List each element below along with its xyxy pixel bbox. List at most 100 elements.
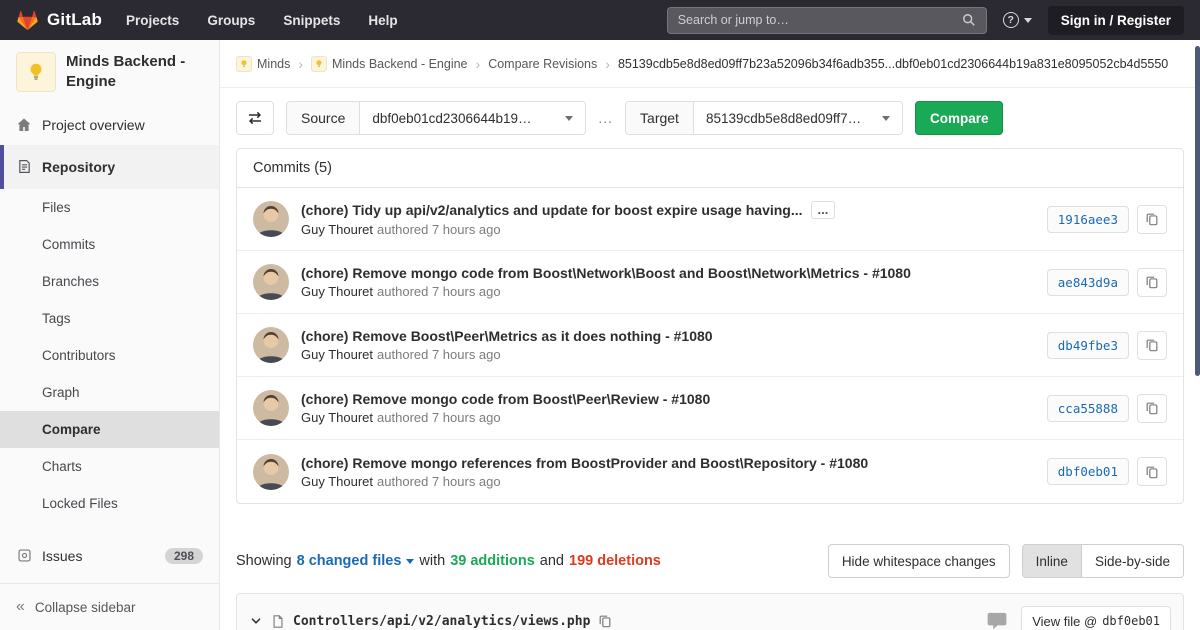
- breadcrumb-compare-revisions-link[interactable]: Compare Revisions: [488, 57, 597, 71]
- commit-author-avatar[interactable]: [253, 327, 289, 363]
- collapse-diff-button[interactable]: [249, 614, 263, 628]
- global-search[interactable]: [667, 7, 987, 34]
- project-avatar: [16, 52, 56, 92]
- expand-commit-description-button[interactable]: ...: [811, 201, 836, 219]
- collapse-sidebar-button[interactable]: « Collapse sidebar: [0, 583, 219, 630]
- commit-title-link[interactable]: (chore) Remove Boost\Peer\Metrics as it …: [301, 328, 713, 344]
- commit-row: (chore) Remove Boost\Peer\Metrics as it …: [237, 314, 1183, 377]
- sidebar-item-files[interactable]: Files: [0, 189, 219, 226]
- commit-title-link[interactable]: (chore) Tidy up api/v2/analytics and upd…: [301, 202, 803, 218]
- commit-title-link[interactable]: (chore) Remove mongo code from Boost\Net…: [301, 265, 911, 281]
- main-content: Minds › Minds Backend - Engine › Compare…: [220, 40, 1200, 630]
- commit-list: (chore) Tidy up api/v2/analytics and upd…: [237, 188, 1183, 503]
- nav-snippets[interactable]: Snippets: [283, 13, 340, 28]
- view-file-sha: dbf0eb01: [1102, 614, 1160, 628]
- sidebar-item-charts[interactable]: Charts: [0, 448, 219, 485]
- nav-groups[interactable]: Groups: [207, 13, 255, 28]
- copy-sha-button[interactable]: [1137, 331, 1167, 360]
- issues-icon: [16, 548, 32, 563]
- nav-help[interactable]: Help: [368, 13, 397, 28]
- commit-row: (chore) Remove mongo code from Boost\Net…: [237, 251, 1183, 314]
- nav-projects[interactable]: Projects: [126, 13, 179, 28]
- diff-file-header: Controllers/api/v2/analytics/views.php V…: [236, 593, 1184, 630]
- commit-author-avatar[interactable]: [253, 264, 289, 300]
- sidebar-item-graph[interactable]: Graph: [0, 374, 219, 411]
- commit-author-link[interactable]: Guy Thouret: [301, 410, 373, 425]
- sidebar-item-project-overview[interactable]: Project overview: [0, 105, 219, 145]
- toggle-file-comments-button[interactable]: [987, 611, 1007, 630]
- breadcrumb-separator: ›: [298, 56, 303, 72]
- copy-file-path-button[interactable]: [598, 614, 612, 628]
- sidebar-item-locked-files[interactable]: Locked Files: [0, 485, 219, 522]
- commit-sha-link[interactable]: dbf0eb01: [1047, 458, 1129, 485]
- target-revision-group: Target 85139cdb5e8d8ed09ff7…: [625, 101, 903, 135]
- brand-name: GitLab: [47, 10, 102, 30]
- swap-revisions-button[interactable]: [236, 101, 274, 135]
- page-scrollbar[interactable]: [1195, 40, 1200, 630]
- commit-author-avatar[interactable]: [253, 454, 289, 490]
- side-by-side-view-button[interactable]: Side-by-side: [1082, 544, 1184, 578]
- diff-view-toggle: Inline Side-by-side: [1022, 544, 1184, 578]
- swap-arrows-icon: [247, 110, 263, 126]
- commit-sha-link[interactable]: db49fbe3: [1047, 332, 1129, 359]
- group-avatar: [236, 56, 252, 72]
- commit-title-link[interactable]: (chore) Remove mongo code from Boost\Pee…: [301, 391, 710, 407]
- copy-sha-button[interactable]: [1137, 205, 1167, 234]
- copy-icon: [1145, 465, 1159, 479]
- gitlab-tanuki-icon: [16, 9, 39, 31]
- hide-whitespace-button[interactable]: Hide whitespace changes: [828, 544, 1010, 578]
- commit-sha-link[interactable]: 1916aee3: [1047, 206, 1129, 233]
- file-path-link[interactable]: Controllers/api/v2/analytics/views.php: [293, 614, 590, 629]
- sidebar-item-tags[interactable]: Tags: [0, 300, 219, 337]
- sidebar-item-branches[interactable]: Branches: [0, 263, 219, 300]
- breadcrumb-project-link[interactable]: Minds Backend - Engine: [311, 56, 468, 72]
- commit-author-link[interactable]: Guy Thouret: [301, 222, 373, 237]
- diff-stats-row: Showing 8 changed files with 39 addition…: [236, 544, 1184, 578]
- commit-author-avatar[interactable]: [253, 390, 289, 426]
- search-input[interactable]: [678, 13, 962, 27]
- commit-title-link[interactable]: (chore) Remove mongo references from Boo…: [301, 455, 868, 471]
- sign-in-button[interactable]: Sign in / Register: [1048, 6, 1184, 35]
- inline-view-button[interactable]: Inline: [1022, 544, 1082, 578]
- target-branch-dropdown[interactable]: 85139cdb5e8d8ed09ff7…: [694, 102, 902, 134]
- commit-author-avatar[interactable]: [253, 201, 289, 237]
- sidebar-item-compare[interactable]: Compare: [0, 411, 219, 448]
- help-menu[interactable]: ?: [1003, 12, 1032, 28]
- search-icon: [962, 13, 976, 27]
- copy-sha-button[interactable]: [1137, 457, 1167, 486]
- commit-author-link[interactable]: Guy Thouret: [301, 474, 373, 489]
- chevron-down-icon: [249, 614, 263, 628]
- sidebar-item-repository[interactable]: Repository: [0, 145, 219, 189]
- changed-files-dropdown[interactable]: 8 changed files: [297, 553, 415, 569]
- commits-panel: Commits (5) (chore) Tidy up api/v2/analy…: [236, 148, 1184, 504]
- source-label: Source: [287, 102, 360, 134]
- copy-sha-button[interactable]: [1137, 394, 1167, 423]
- copy-sha-button[interactable]: [1137, 268, 1167, 297]
- sidebar-item-contributors[interactable]: Contributors: [0, 337, 219, 374]
- compare-button[interactable]: Compare: [915, 101, 1004, 135]
- commit-sha-link[interactable]: ae843d9a: [1047, 269, 1129, 296]
- source-branch-dropdown[interactable]: dbf0eb01cd2306644b19…: [360, 102, 585, 134]
- target-label: Target: [626, 102, 694, 134]
- showing-label: Showing: [236, 553, 292, 569]
- breadcrumb-current-range: 85139cdb5e8d8ed09ff7b23a52096b34f6adb355…: [618, 57, 1168, 71]
- scrollbar-thumb[interactable]: [1195, 46, 1200, 376]
- breadcrumb-group-link[interactable]: Minds: [236, 56, 290, 72]
- commit-sha-link[interactable]: cca55888: [1047, 395, 1129, 422]
- gitlab-home-link[interactable]: GitLab: [16, 9, 102, 31]
- project-context[interactable]: Minds Backend - Engine: [0, 40, 219, 105]
- collapse-icon: «: [16, 599, 25, 615]
- copy-icon: [1145, 338, 1159, 352]
- commit-author-link[interactable]: Guy Thouret: [301, 284, 373, 299]
- view-file-button[interactable]: View file @ dbf0eb01: [1021, 606, 1171, 630]
- commit-author-link[interactable]: Guy Thouret: [301, 347, 373, 362]
- copy-icon: [598, 614, 612, 628]
- copy-icon: [1145, 401, 1159, 415]
- chevron-down-icon: [565, 116, 573, 121]
- chevron-down-icon: [406, 559, 414, 564]
- commit-row: (chore) Remove mongo references from Boo…: [237, 440, 1183, 503]
- question-icon: ?: [1003, 12, 1019, 28]
- sidebar-item-commits[interactable]: Commits: [0, 226, 219, 263]
- sidebar-item-issues[interactable]: Issues 298: [0, 536, 219, 576]
- primary-nav: Projects Groups Snippets Help: [126, 13, 398, 28]
